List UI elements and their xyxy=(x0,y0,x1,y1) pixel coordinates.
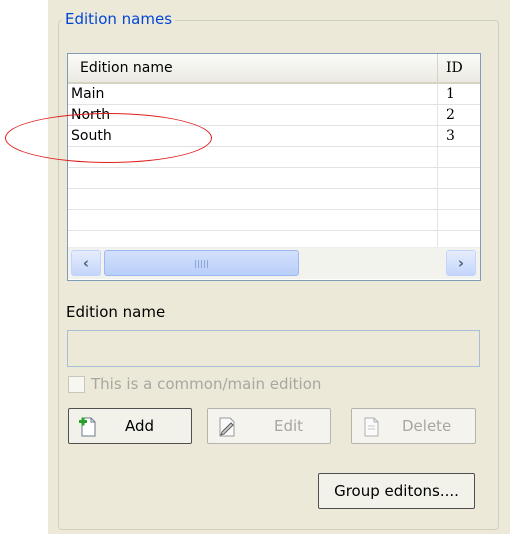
table-row[interactable]: Main 1 xyxy=(68,84,480,105)
table-row[interactable]: South 3 xyxy=(68,126,480,147)
column-header-edition-name[interactable]: Edition name xyxy=(68,54,438,82)
group-title: Edition names xyxy=(62,9,176,29)
edit-button[interactable]: Edit xyxy=(207,408,331,444)
edit-button-label: Edit xyxy=(274,417,304,435)
empty-row xyxy=(68,168,480,189)
column-header-id[interactable]: ID xyxy=(438,54,480,82)
delete-button-label: Delete xyxy=(402,417,452,435)
table-row[interactable]: North 2 xyxy=(68,105,480,126)
add-button[interactable]: Add xyxy=(68,408,192,444)
row-id: 3 xyxy=(446,128,455,144)
edition-name-label: Edition name xyxy=(66,303,166,321)
scroll-right-icon[interactable]: › xyxy=(446,250,476,276)
empty-row xyxy=(68,210,480,231)
row-name: Main xyxy=(71,86,105,102)
delete-button[interactable]: Delete xyxy=(351,408,476,444)
list-header: Edition name ID xyxy=(68,54,480,84)
delete-document-icon xyxy=(364,417,379,437)
group-editions-button-label: Group editons.... xyxy=(334,482,459,500)
scroll-left-icon[interactable]: ‹ xyxy=(71,250,101,276)
row-name: South xyxy=(71,128,112,144)
add-button-label: Add xyxy=(125,417,155,435)
group-editions-button[interactable]: Group editons.... xyxy=(318,473,475,509)
edition-name-input[interactable] xyxy=(67,330,480,367)
common-edition-label: This is a common/main edition xyxy=(91,375,322,393)
row-id: 2 xyxy=(446,107,455,123)
row-id: 1 xyxy=(446,86,455,102)
scrollbar-thumb[interactable] xyxy=(104,250,299,276)
add-document-icon xyxy=(79,417,96,437)
empty-row xyxy=(68,147,480,168)
row-name: North xyxy=(71,107,111,123)
edit-pencil-icon xyxy=(219,417,235,437)
grip-icon xyxy=(194,260,209,268)
horizontal-scrollbar[interactable]: ‹ › xyxy=(68,247,480,279)
empty-row xyxy=(68,189,480,210)
common-edition-checkbox[interactable] xyxy=(68,376,85,393)
edition-list[interactable]: Edition name ID Main 1 North 2 South 3 ‹… xyxy=(67,53,481,281)
